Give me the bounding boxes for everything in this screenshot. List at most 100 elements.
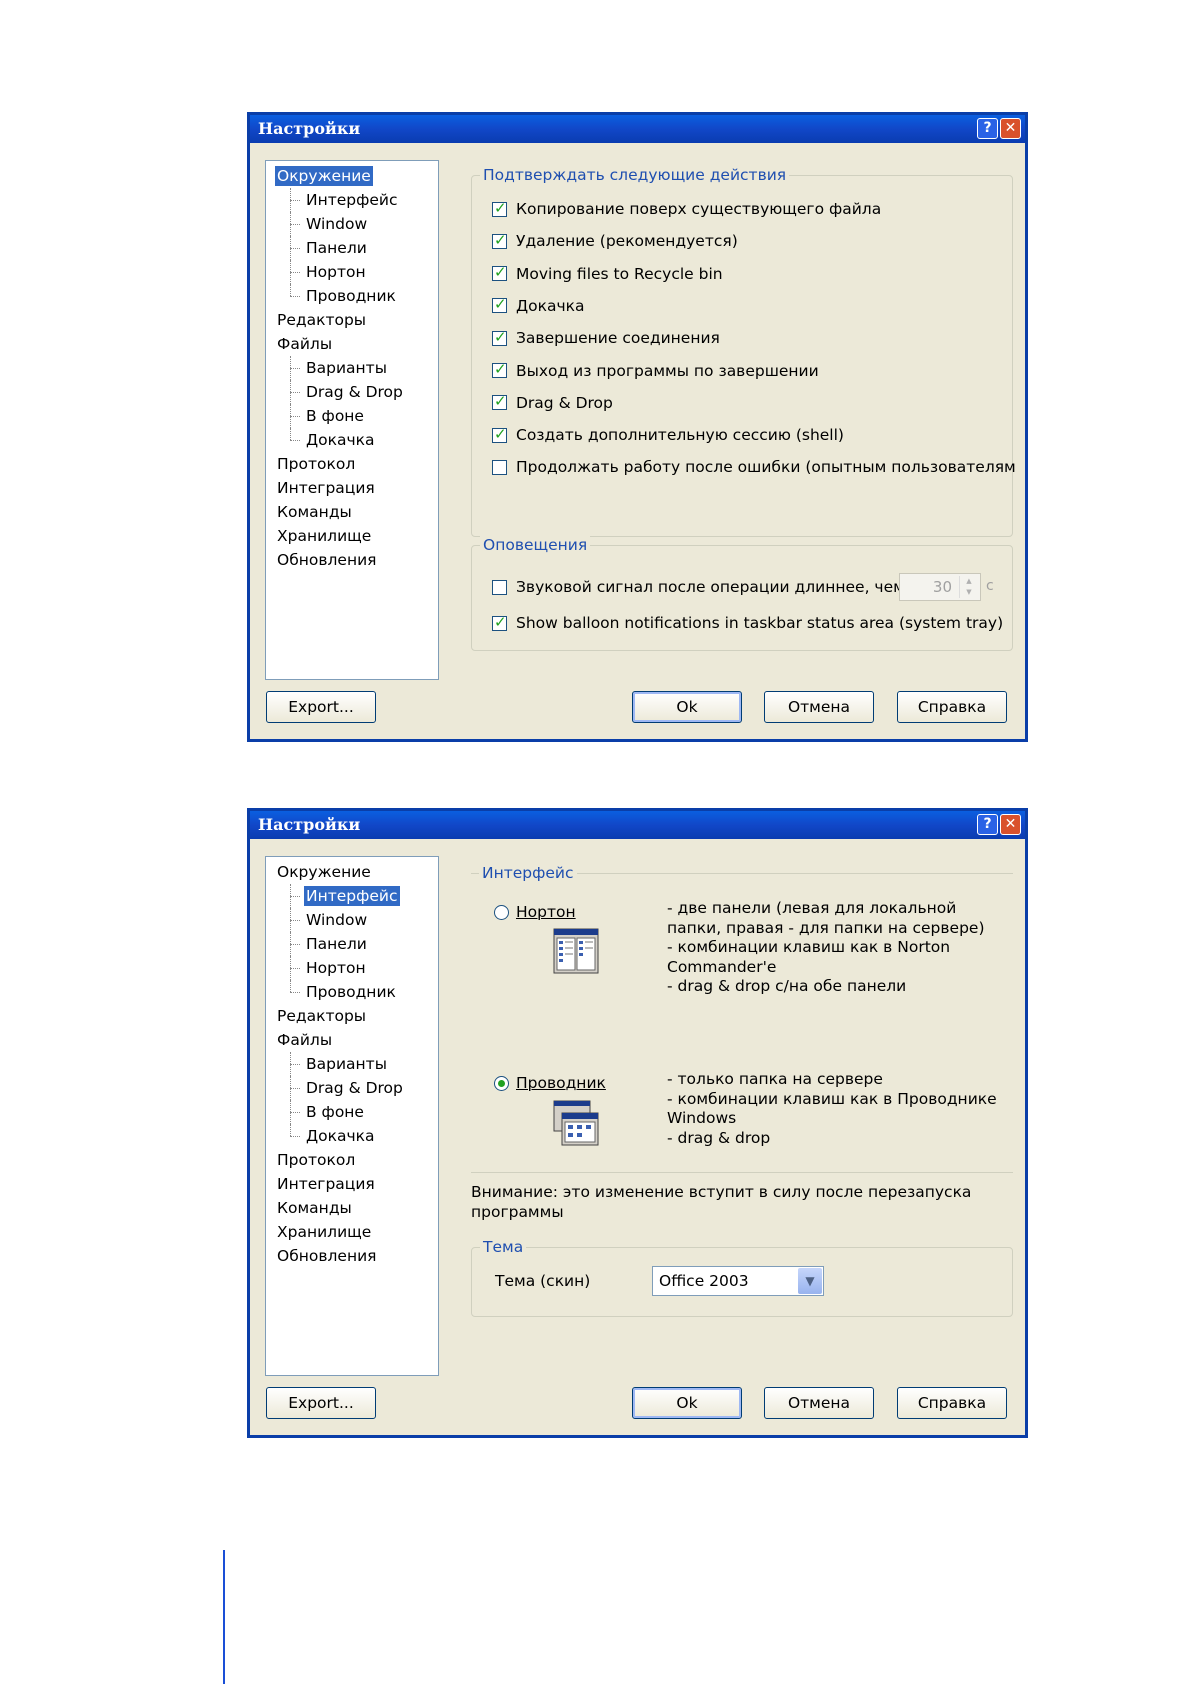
tree-item[interactable]: Варианты [266, 1052, 438, 1076]
confirm-option-row[interactable]: Drag & Drop [492, 392, 613, 414]
sound-duration-spinner[interactable]: 30 ▲ ▼ [899, 573, 981, 601]
tree-item[interactable]: Докачка [266, 428, 438, 452]
tree-item-label: Нортон [306, 959, 366, 977]
confirm-checkbox[interactable] [492, 295, 507, 314]
tree-item[interactable]: Команды [266, 500, 438, 524]
close-icon[interactable]: ✕ [1000, 814, 1021, 835]
sound-signal-row[interactable]: Звуковой сигнал после операции длиннее, … [492, 576, 905, 598]
tree-item[interactable]: Нортон [266, 260, 438, 284]
chevron-down-icon[interactable]: ▼ [798, 1268, 822, 1294]
explorer-radio-row[interactable]: Проводник [494, 1074, 606, 1092]
tree-item[interactable]: Интеграция [266, 1172, 438, 1196]
confirm-option-label: Докачка [516, 296, 585, 315]
help-icon[interactable]: ? [977, 118, 998, 139]
confirm-option-row[interactable]: Moving files to Recycle bin [492, 263, 723, 285]
tree-item[interactable]: Файлы [266, 1028, 438, 1052]
settings-tree[interactable]: Окружение Интерфейс Window Панели Нортон Пров… [265, 856, 439, 1376]
balloon-row[interactable]: Show balloon notifications in taskbar st… [492, 612, 1003, 634]
title-bar[interactable]: Настройки ? ✕ [250, 811, 1025, 839]
tree-item[interactable]: Хранилище [266, 1220, 438, 1244]
cancel-button[interactable]: Отмена [764, 691, 874, 723]
confirm-checkbox[interactable] [492, 459, 507, 475]
tree-item[interactable]: Окружение [266, 164, 438, 188]
tree-item[interactable]: Нортон [266, 956, 438, 980]
sound-signal-checkbox[interactable] [492, 579, 507, 595]
tree-item[interactable]: Drag & Drop [266, 1076, 438, 1100]
explorer-description: - только папка на сервере - комбинации кл… [667, 1070, 997, 1147]
confirm-option-row[interactable]: Выход из программы по завершении [492, 360, 819, 382]
norton-radio[interactable] [494, 904, 509, 920]
norton-description: - две панели (левая для локальной папки,… [667, 899, 985, 995]
restart-warning: Внимание: это изменение вступит в силу п… [471, 1183, 972, 1221]
tree-item[interactable]: Файлы [266, 332, 438, 356]
confirm-checkbox[interactable] [492, 360, 507, 378]
tree-item[interactable]: Window [266, 908, 438, 932]
tree-item-label: Window [306, 911, 368, 929]
balloon-checkbox[interactable] [492, 613, 507, 631]
tree-item[interactable]: В фоне [266, 404, 438, 428]
spin-up-icon[interactable]: ▲ [960, 576, 978, 587]
cancel-button[interactable]: Отмена [764, 1387, 874, 1419]
theme-select[interactable]: Office 2003 ▼ [652, 1266, 824, 1296]
tree-item[interactable]: Drag & Drop [266, 380, 438, 404]
settings-tree[interactable]: Окружение Интерфейс Window Панели Нортон Пров… [265, 160, 439, 680]
confirm-option-row[interactable]: Завершение соединения [492, 327, 720, 349]
tree-item-label: Окружение [275, 166, 373, 186]
confirm-checkbox[interactable] [492, 328, 507, 346]
tree-item-label: Варианты [306, 359, 387, 377]
tree-item[interactable]: Варианты [266, 356, 438, 380]
confirm-checkbox[interactable] [492, 199, 507, 217]
tree-item[interactable]: Докачка [266, 1124, 438, 1148]
norton-radio-row[interactable]: Нортон [494, 903, 576, 921]
tree-item[interactable]: Панели [266, 932, 438, 956]
ok-button[interactable]: Ok [632, 1387, 742, 1419]
confirm-checkbox[interactable] [492, 392, 507, 411]
help-button[interactable]: Справка [897, 1387, 1007, 1419]
balloon-label: Show balloon notifications in taskbar st… [516, 614, 1004, 632]
tree-item[interactable]: Панели [266, 236, 438, 260]
tree-item[interactable]: Хранилище [266, 524, 438, 548]
spin-down-icon[interactable]: ▼ [960, 587, 978, 598]
title-bar[interactable]: Настройки ? ✕ [250, 115, 1025, 143]
tree-item[interactable]: Интеграция [266, 476, 438, 500]
tree-item[interactable]: Window [266, 212, 438, 236]
confirm-option-row[interactable]: Создать дополнительную сессию (shell) [492, 424, 844, 446]
tree-item-label: Интерфейс [304, 886, 400, 906]
tree-item[interactable]: Редакторы [266, 308, 438, 332]
confirm-checkbox[interactable] [492, 425, 507, 443]
spinner-arrows[interactable]: ▲ ▼ [959, 576, 978, 598]
confirm-option-row[interactable]: Продолжать работу после ошибки (опытным … [492, 456, 1016, 478]
tree-item[interactable]: Проводник [266, 980, 438, 1004]
close-icon[interactable]: ✕ [1000, 118, 1021, 139]
tree-item[interactable]: Обновления [266, 548, 438, 572]
confirm-option-row[interactable]: Копирование поверх существующего файла [492, 198, 881, 220]
tree-item-label: Проводник [306, 983, 396, 1001]
interface-group: Интерфейс Нортон - две панели (левая для… [471, 862, 1013, 1173]
explorer-radio[interactable] [494, 1075, 509, 1091]
tree-item[interactable]: Обновления [266, 1244, 438, 1268]
tree-item[interactable]: Окружение [266, 860, 438, 884]
confirm-checkbox[interactable] [492, 231, 507, 249]
seconds-unit: с [986, 578, 994, 594]
tree-item[interactable]: Протокол [266, 1148, 438, 1172]
help-icon[interactable]: ? [977, 814, 998, 835]
export-button[interactable]: Export... [266, 691, 376, 723]
ok-button[interactable]: Ok [632, 691, 742, 723]
tree-item[interactable]: Интерфейс [266, 188, 438, 212]
help-button[interactable]: Справка [897, 691, 1007, 723]
confirm-checkbox[interactable] [492, 263, 507, 282]
confirm-actions-group: Подтверждать следующие действия Копирова… [471, 164, 1016, 537]
tree-item[interactable]: Проводник [266, 284, 438, 308]
tree-item[interactable]: Команды [266, 1196, 438, 1220]
tree-item-label: Команды [277, 1199, 352, 1217]
tree-item-label: Хранилище [277, 1223, 372, 1241]
tree-item[interactable]: В фоне [266, 1100, 438, 1124]
tree-item-label: Drag & Drop [306, 1079, 403, 1097]
tree-item[interactable]: Интерфейс [266, 884, 438, 908]
tree-item[interactable]: Редакторы [266, 1004, 438, 1028]
tree-item[interactable]: Протокол [266, 452, 438, 476]
confirm-option-row[interactable]: Удаление (рекомендуется) [492, 230, 738, 252]
tree-item-label: Панели [306, 935, 367, 953]
confirm-option-row[interactable]: Докачка [492, 295, 584, 317]
export-button[interactable]: Export... [266, 1387, 376, 1419]
